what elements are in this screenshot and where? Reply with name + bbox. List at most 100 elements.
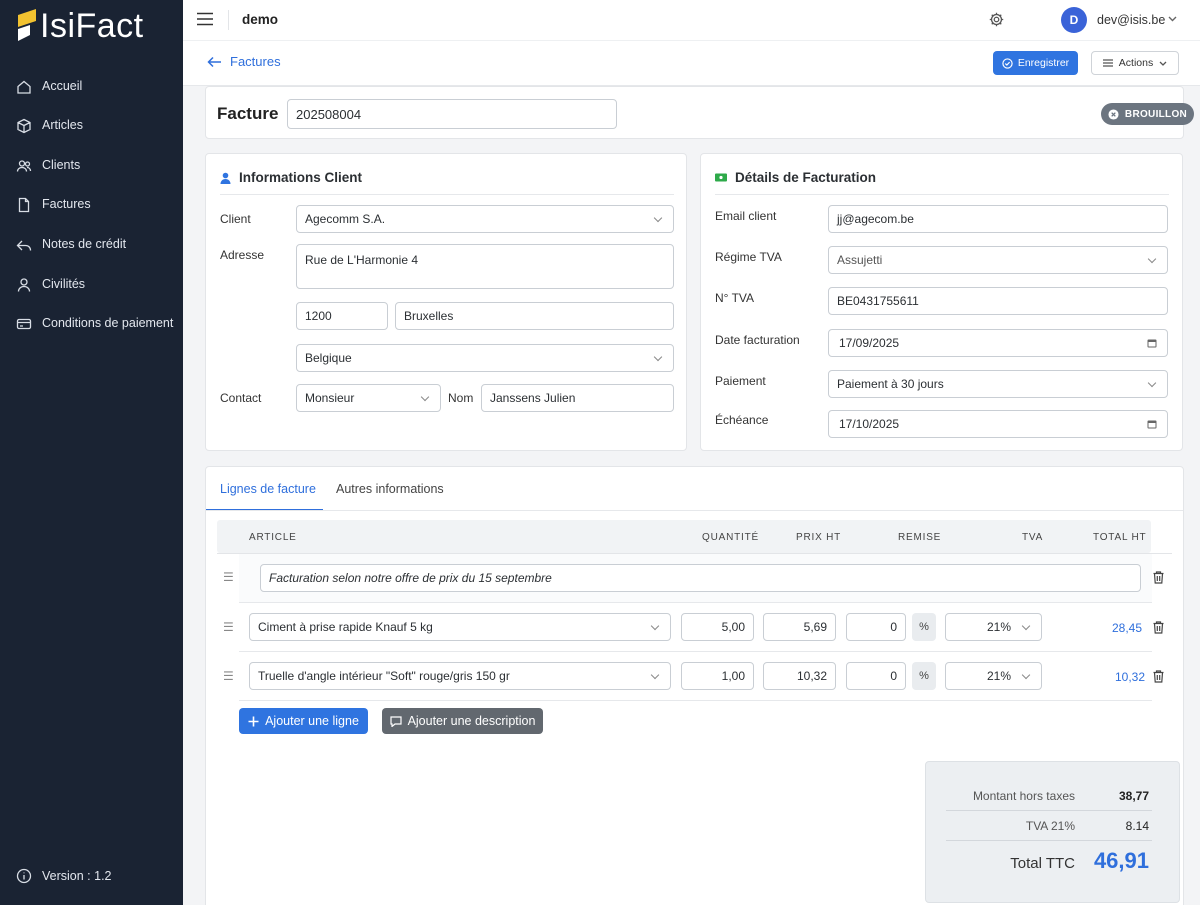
sidebar-item-civilites[interactable]: Civilités	[16, 275, 176, 294]
invoice-date-value: 17/09/2025	[839, 336, 900, 350]
totals-panel: Montant hors taxes 38,77 TVA 21% 8.14 To…	[925, 761, 1180, 903]
col-price: PRIX HT	[796, 532, 842, 543]
comment-icon	[389, 715, 402, 727]
add-description-label: Ajouter une description	[407, 714, 536, 728]
trash-icon[interactable]	[1153, 670, 1164, 683]
vat-total-label: TVA 21%	[1025, 819, 1075, 833]
sidebar-item-label: Clients	[42, 158, 81, 172]
table-row-discount-input[interactable]: 0	[846, 613, 906, 641]
due-date-value: 17/10/2025	[839, 417, 900, 431]
due-date-label: Échéance	[715, 413, 769, 427]
trash-icon[interactable]	[1153, 571, 1164, 584]
home-icon	[17, 80, 31, 94]
hamburger-menu-icon[interactable]	[197, 12, 213, 26]
table-row-article-select[interactable]: Truelle d'angle intérieur "Soft" rouge/g…	[249, 662, 671, 690]
user-email[interactable]: dev@isis.be	[1097, 13, 1165, 27]
email-label: Email client	[715, 209, 777, 223]
table-row-vat-select[interactable]: 21%	[945, 613, 1042, 641]
sidebar-item-conditions-de-paiement[interactable]: Conditions de paiement	[16, 314, 176, 333]
sidebar-item-label: Accueil	[42, 79, 83, 93]
reply-icon	[16, 240, 32, 251]
invoice-number-input[interactable]: 202508004	[287, 99, 617, 129]
money-icon	[715, 173, 727, 182]
add-line-button[interactable]: Ajouter une ligne	[239, 708, 368, 734]
sidebar-item-clients[interactable]: Clients	[16, 156, 176, 175]
sidebar-item-label: Notes de crédit	[42, 237, 127, 251]
table-row-price-input[interactable]: 10,32	[763, 662, 836, 690]
address-label: Adresse	[220, 248, 265, 262]
due-date-input[interactable]: 17/10/2025	[828, 410, 1168, 438]
total-ttc-label: Total TTC	[1010, 855, 1075, 872]
billing-section-title: Détails de Facturation	[715, 170, 876, 185]
tab-autres-informations[interactable]: Autres informations	[336, 482, 444, 496]
address-textarea[interactable]: Rue de L'Harmonie 4	[296, 244, 674, 289]
col-discount: REMISE	[898, 532, 942, 543]
table-row-quantity-input[interactable]: 5,00	[681, 613, 754, 641]
plus-icon	[248, 716, 259, 726]
civility-select[interactable]: Monsieur	[296, 384, 441, 412]
trash-icon[interactable]	[1153, 621, 1164, 634]
tenant-name: demo	[242, 12, 279, 27]
sidebar-item-factures[interactable]: Factures	[16, 195, 176, 214]
client-info-card: Informations Client Client Agecomm S.A. …	[205, 153, 687, 451]
sidebar-item-label: Factures	[42, 197, 91, 211]
chevron-down-icon	[1159, 61, 1167, 66]
city-input[interactable]: Bruxelles	[395, 302, 674, 330]
box-icon	[17, 118, 31, 134]
list-icon	[1102, 59, 1113, 67]
sidebar-item-notes-de-credit[interactable]: Notes de crédit	[16, 235, 176, 254]
vat-regime-select[interactable]: Assujetti	[828, 246, 1168, 274]
back-to-factures-link[interactable]: Factures	[207, 54, 281, 69]
table-row-quantity-input[interactable]: 1,00	[681, 662, 754, 690]
calendar-icon[interactable]	[1147, 419, 1157, 429]
client-select[interactable]: Agecomm S.A.	[296, 205, 674, 233]
version-label: Version : 1.2	[42, 869, 112, 883]
payment-label: Paiement	[715, 374, 766, 388]
main-content: Facture 202508004 BROUILLON Informations…	[183, 86, 1200, 905]
table-row-discount-input[interactable]: 0	[846, 662, 906, 690]
table-row-article-select[interactable]: Ciment à prise rapide Knauf 5 kg	[249, 613, 671, 641]
app-name: IsiFact	[40, 7, 144, 45]
postal-code-input[interactable]: 1200	[296, 302, 388, 330]
sidebar-item-articles[interactable]: Articles	[16, 116, 176, 135]
user-icon	[220, 172, 231, 184]
add-description-button[interactable]: Ajouter une description	[382, 708, 543, 734]
actions-button[interactable]: Actions	[1091, 51, 1179, 75]
table-row-price-input[interactable]: 5,69	[763, 613, 836, 641]
table-row-total: 10,32	[1115, 670, 1146, 684]
email-input[interactable]: jj@agecom.be	[828, 205, 1168, 233]
drag-handle-icon[interactable]: ☰	[223, 570, 234, 584]
sidebar-item-accueil[interactable]: Accueil	[16, 77, 176, 96]
contact-name-input[interactable]: Janssens Julien	[481, 384, 674, 412]
divider	[946, 840, 1152, 841]
logo-mark-icon	[16, 7, 38, 45]
col-quantity: QUANTITÉ	[702, 532, 759, 543]
app-logo[interactable]: IsiFact	[16, 6, 144, 46]
save-button[interactable]: Enregistrer	[993, 51, 1078, 75]
client-section-label: Informations Client	[239, 170, 363, 185]
user-icon	[17, 278, 31, 292]
chevron-down-icon[interactable]	[1168, 16, 1177, 22]
invoice-date-input[interactable]: 17/09/2025	[828, 329, 1168, 357]
total-ttc-value: 46,91	[1093, 848, 1149, 873]
drag-handle-icon[interactable]: ☰	[223, 669, 234, 683]
avatar[interactable]: D	[1061, 7, 1087, 33]
col-total: TOTAL HT	[1093, 532, 1147, 543]
actions-label: Actions	[1118, 57, 1154, 69]
description-input[interactable]: Facturation selon notre offre de prix du…	[260, 564, 1141, 592]
drag-handle-icon[interactable]: ☰	[223, 620, 234, 634]
status-badge: BROUILLON	[1101, 103, 1194, 125]
table-header	[217, 520, 1151, 553]
sub-bar: Factures Enregistrer Actions	[183, 40, 1200, 86]
calendar-icon[interactable]	[1147, 338, 1157, 348]
add-line-label: Ajouter une ligne	[265, 714, 359, 728]
vat-number-input[interactable]: BE0431755611	[828, 287, 1168, 315]
app-version: Version : 1.2	[16, 868, 112, 884]
tab-lignes-de-facture[interactable]: Lignes de facture	[220, 482, 316, 496]
payment-select[interactable]: Paiement à 30 jours	[828, 370, 1168, 398]
country-select[interactable]: Belgique	[296, 344, 674, 372]
status-label: BROUILLON	[1124, 108, 1188, 120]
table-row-vat-select[interactable]: 21%	[945, 662, 1042, 690]
gear-icon[interactable]	[988, 11, 1005, 28]
divider	[946, 810, 1152, 811]
